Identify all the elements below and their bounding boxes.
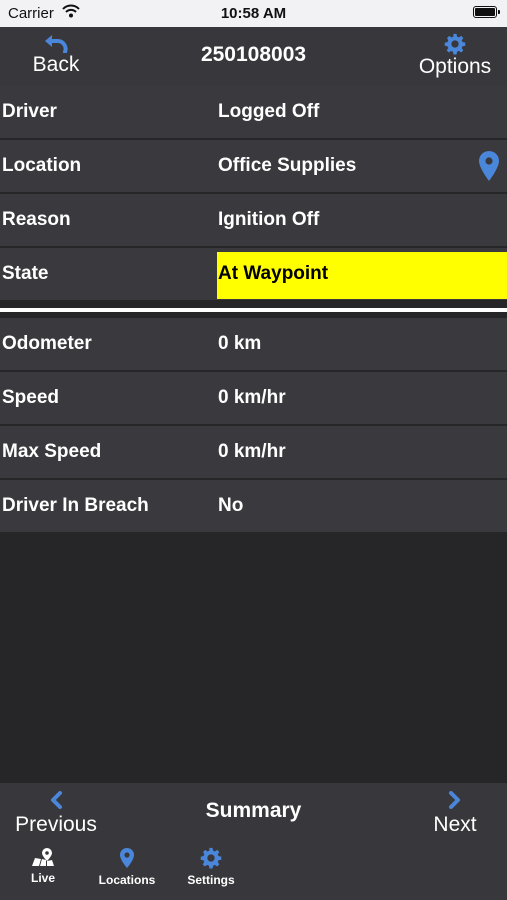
state-highlight: At Waypoint (217, 252, 507, 299)
driver-in-breach-value: No (218, 495, 244, 516)
map-pin-icon[interactable] (478, 150, 500, 187)
tab-live-label: Live (30, 871, 55, 885)
speed-row: Speed 0 km/hr (0, 372, 507, 426)
location-key: Location (2, 155, 82, 176)
max-speed-key: Max Speed (2, 441, 102, 462)
previous-button[interactable]: Previous (10, 791, 102, 837)
back-button[interactable]: Back (20, 27, 92, 86)
state-row: State At Waypoint (0, 248, 507, 302)
section-divider (0, 308, 507, 312)
details-list: Driver Logged Off Location Office Suppli… (0, 86, 507, 534)
driver-in-breach-key: Driver In Breach (2, 495, 149, 516)
gear-icon (444, 33, 466, 55)
tab-settings[interactable]: Settings (180, 847, 242, 887)
options-label: Options (418, 55, 492, 78)
chevron-left-icon (51, 791, 62, 809)
previous-label: Previous (15, 813, 97, 836)
footer-bar: Previous Summary Next Live Locations Set… (0, 783, 507, 900)
chevron-right-icon (449, 791, 460, 809)
map-pin-icon (120, 848, 134, 868)
navigation-bar: Back 250108003 Options (0, 27, 507, 86)
tab-locations[interactable]: Locations (92, 847, 162, 887)
speed-key: Speed (2, 387, 60, 408)
status-bar: Carrier 10:58 AM (0, 0, 507, 27)
odometer-row: Odometer 0 km (0, 318, 507, 372)
odometer-value: 0 km (218, 333, 262, 354)
battery-icon (473, 6, 500, 18)
location-row[interactable]: Location Office Supplies (0, 140, 507, 194)
tab-locations-label: Locations (98, 873, 156, 887)
driver-value: Logged Off (218, 101, 320, 122)
speed-value: 0 km/hr (218, 387, 286, 408)
max-speed-row: Max Speed 0 km/hr (0, 426, 507, 480)
next-label: Next (433, 813, 477, 836)
reason-value: Ignition Off (218, 209, 320, 230)
reason-key: Reason (2, 209, 71, 230)
driver-key: Driver (2, 101, 57, 122)
location-value: Office Supplies (218, 155, 357, 176)
gear-icon (200, 847, 222, 869)
state-value: At Waypoint (218, 263, 329, 284)
max-speed-value: 0 km/hr (218, 441, 286, 462)
live-map-icon (32, 848, 54, 866)
tab-live[interactable]: Live (18, 847, 68, 885)
driver-in-breach-row: Driver In Breach No (0, 480, 507, 534)
options-button[interactable]: Options (415, 27, 495, 86)
clock: 10:58 AM (220, 5, 287, 22)
next-button[interactable]: Next (425, 791, 485, 837)
state-key: State (2, 263, 49, 284)
odometer-key: Odometer (2, 333, 92, 354)
driver-row: Driver Logged Off (0, 86, 507, 140)
tab-settings-label: Settings (187, 873, 235, 887)
undo-arrow-icon (45, 35, 68, 53)
reason-row: Reason Ignition Off (0, 194, 507, 248)
back-label: Back (32, 53, 80, 76)
